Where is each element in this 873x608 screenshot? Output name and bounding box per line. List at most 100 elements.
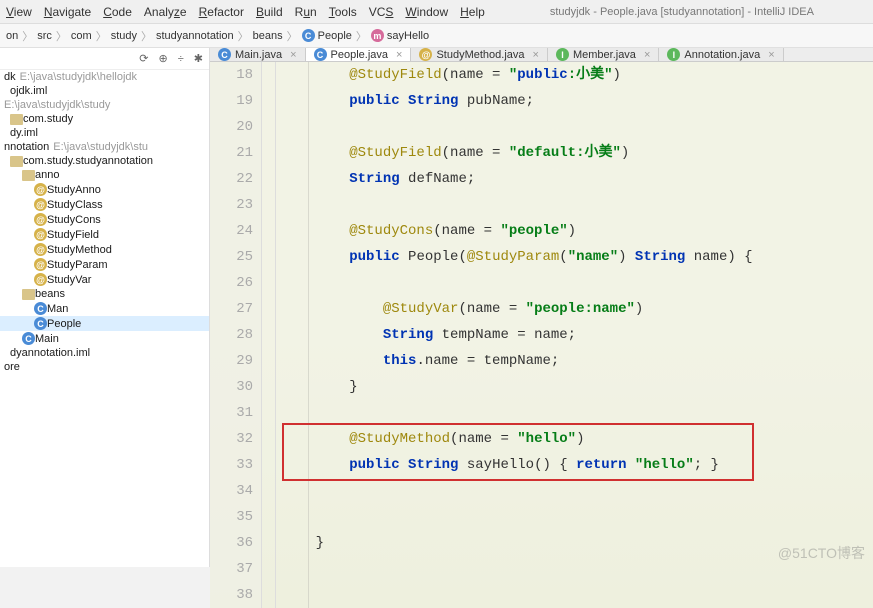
tree-node[interactable]: @ StudyField [0,227,209,242]
close-icon[interactable]: × [644,49,650,61]
code-line[interactable]: public String pubName; [282,88,873,114]
tree-node-label: dyannotation.iml [10,347,90,359]
close-icon[interactable]: × [533,49,539,61]
tree-node[interactable]: C Man [0,301,209,316]
editor-tab[interactable]: @StudyMethod.java× [411,48,548,61]
tree-node[interactable]: @ StudyClass [0,197,209,212]
bc-com[interactable]: com [71,30,92,42]
editor-tab[interactable]: IAnnotation.java× [659,48,783,61]
code-line[interactable] [282,504,873,530]
close-icon[interactable]: × [396,49,402,61]
tree-node[interactable]: beans [0,287,209,301]
tab-icon: @ [419,48,432,61]
menu-navigate[interactable]: Navigate [44,5,91,19]
menu-tools[interactable]: Tools [329,5,357,19]
code-line[interactable]: @StudyMethod(name = "hello") [282,426,873,452]
tree-node[interactable]: dkE:\java\studyjdk\hellojdk [0,70,209,84]
menu-vcs[interactable]: VCS [369,5,394,19]
code-line[interactable]: public String sayHello() { return "hello… [282,452,873,478]
tree-node[interactable]: anno [0,168,209,182]
code-line[interactable]: @StudyVar(name = "people:name") [282,296,873,322]
folder-icon [10,114,23,125]
tree-node[interactable]: @ StudyParam [0,257,209,272]
folder-icon [10,156,23,167]
bc-src[interactable]: src [37,30,52,42]
folder-icon [22,170,35,181]
code-line[interactable]: @StudyField(name = "public:小美") [282,62,873,88]
chevron-right-icon: 〉 [287,28,298,44]
code-line[interactable] [282,114,873,140]
class-icon: C [302,29,315,42]
code-line[interactable]: @StudyCons(name = "people") [282,218,873,244]
menu-analyze[interactable]: Analyze [144,5,187,19]
line-gutter: 1819202122232425262728293031323334353637… [210,62,262,608]
tree-node[interactable]: com.study [0,112,209,126]
tree-node[interactable]: E:\java\studyjdk\study [0,98,209,112]
menu-view[interactable]: View [6,5,32,19]
tree-node-label: ore [4,361,20,373]
code-line[interactable] [282,270,873,296]
class-icon: C [34,317,47,330]
tree-node[interactable]: dy.iml [0,126,209,140]
chevron-right-icon: 〉 [141,28,152,44]
tree-node[interactable]: @ StudyAnno [0,182,209,197]
bc-method-label: sayHello [387,30,429,42]
bc-beans[interactable]: beans [253,30,283,42]
method-icon: m [371,29,384,42]
code-line[interactable]: } [282,374,873,400]
close-icon[interactable]: × [768,49,774,61]
tree-node[interactable]: C Main [0,331,209,346]
tree-node[interactable]: nnotationE:\java\studyjdk\stu [0,140,209,154]
menu-help[interactable]: Help [460,5,485,19]
menu-code[interactable]: Code [103,5,132,19]
bc-studyannotation[interactable]: studyannotation [156,30,234,42]
code-line[interactable]: this.name = tempName; [282,348,873,374]
tree-node-label: StudyField [47,229,99,241]
code-line[interactable]: public People(@StudyParam("name") String… [282,244,873,270]
tree-node[interactable]: @ StudyCons [0,212,209,227]
close-icon[interactable]: × [290,49,296,61]
menu-window[interactable]: Window [405,5,448,19]
code-line[interactable]: String defName; [282,166,873,192]
code-content[interactable]: @StudyField(name = "public:小美") public S… [276,62,873,608]
bc-root[interactable]: on [6,30,18,42]
tree-node[interactable]: ojdk.iml [0,84,209,98]
code-line[interactable]: @StudyField(name = "default:小美") [282,140,873,166]
window-title: studyjdk - People.java [studyannotation]… [497,6,867,18]
annotation-icon: @ [34,213,47,226]
editor-tab[interactable]: CPeople.java× [306,48,412,61]
collapse-icon[interactable]: ÷ [178,53,184,65]
chevron-right-icon: 〉 [238,28,249,44]
menu-build[interactable]: Build [256,5,283,19]
target-icon[interactable]: ⊕ [159,52,168,65]
tree-node[interactable]: @ StudyVar [0,272,209,287]
code-line[interactable] [282,582,873,608]
code-line[interactable] [282,192,873,218]
tree-node-label: dy.iml [10,127,38,139]
bc-method[interactable]: msayHello [371,29,429,42]
tree-node[interactable]: ore [0,360,209,374]
tree-node-label: E:\java\studyjdk\study [4,99,110,111]
code-line[interactable] [282,478,873,504]
tree-node[interactable]: @ StudyMethod [0,242,209,257]
fold-gutter [262,62,276,608]
tree-node-label: StudyClass [47,199,103,211]
tree-node[interactable]: dyannotation.iml [0,346,209,360]
tree-node[interactable]: com.study.studyannotation [0,154,209,168]
tree-node-path: E:\java\studyjdk\hellojdk [20,71,137,83]
chevron-right-icon: 〉 [56,28,67,44]
editor-tab[interactable]: CMain.java× [210,48,306,61]
tree-node-label: People [47,318,81,330]
editor-tab[interactable]: IMember.java× [548,48,659,61]
bc-study[interactable]: study [111,30,137,42]
tree-node-label: nnotation [4,141,49,153]
code-line[interactable]: String tempName = name; [282,322,873,348]
tree-node[interactable]: C People [0,316,209,331]
gear-icon[interactable]: ✱ [194,52,203,65]
bc-class[interactable]: CPeople [302,29,352,42]
menu-refactor[interactable]: Refactor [199,5,244,19]
code-line[interactable] [282,400,873,426]
menu-run[interactable]: Run [295,5,317,19]
refresh-icon[interactable]: ⟳ [139,52,148,65]
code-area: 1819202122232425262728293031323334353637… [210,62,873,608]
